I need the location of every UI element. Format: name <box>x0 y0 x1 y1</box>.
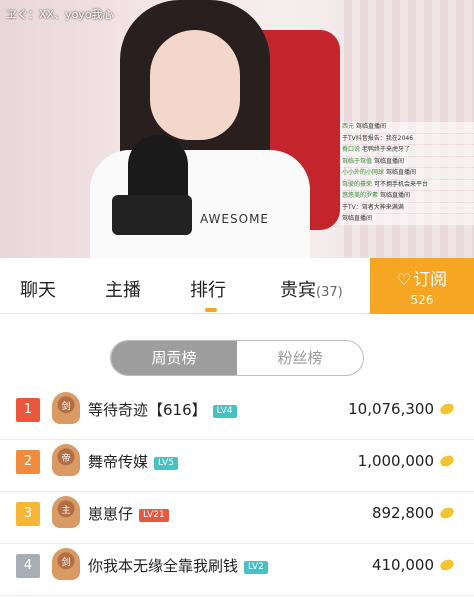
chat-message: 小小外的小网球 驾临直播间 <box>340 168 474 179</box>
subscribe-label: 订阅 <box>413 270 448 290</box>
streamer-face <box>150 30 240 140</box>
toggle-weekly-contribution[interactable]: 周贡榜 <box>111 341 237 375</box>
chat-message: 驾临直播间 <box>340 214 474 225</box>
contribution-amount: 410,000 <box>371 556 434 574</box>
microphone-stand <box>112 195 192 235</box>
rank-number: 2 <box>16 450 40 474</box>
ranking-toggle: 周贡榜 粉丝榜 <box>110 340 364 376</box>
active-tab-indicator <box>205 308 217 312</box>
ranking-row[interactable]: 4 剑你我本无缘全靠我刷钱 LV2 410,000 <box>0 540 474 596</box>
ranking-row[interactable]: 3 主崽崽仔 LV21 892,800 <box>0 488 474 544</box>
user-badge-icon: 主 <box>52 496 80 528</box>
room-title: ヱぐ：XX、yoyo我心 <box>6 8 114 21</box>
tab-anchor[interactable]: 主播 <box>105 276 141 302</box>
chat-message: 脊口说 老鸭终于来虎牙了 <box>340 145 474 156</box>
shirt-text: AWESOME <box>200 212 269 226</box>
chat-message: 驾驶的豪荣 可不拥手机会来平台 <box>340 179 474 190</box>
ranking-row[interactable]: 2 帝舞帝传媒 LV5 1,000,000 <box>0 436 474 492</box>
tab-chat[interactable]: 聊天 <box>20 276 56 302</box>
subscriber-count: 526 <box>410 293 434 307</box>
user-name: 崽崽仔 LV21 <box>88 503 169 524</box>
user-badge-icon: 剑 <box>52 392 80 424</box>
ranking-row[interactable]: 1 剑等待奇迹【616】 LV4 10,076,300 <box>0 384 474 440</box>
coin-icon <box>438 557 456 573</box>
tab-vip[interactable]: 贵宾(37) <box>280 276 343 302</box>
live-video-player[interactable]: AWESOME ヱぐ：XX、yoyo我心 西元 驾临直播间 于TV抖音报告：我在… <box>0 0 474 258</box>
chat-message: 驾临于驾值 驾临直播间 <box>340 156 474 167</box>
tab-ranking[interactable]: 排行 <box>190 276 226 302</box>
chat-message: 西元 驾临直播间 <box>340 122 474 133</box>
chat-overlay: 西元 驾临直播间 于TV抖音报告：我在2046 脊口说 老鸭终于来虎牙了 驾临于… <box>340 122 474 226</box>
chat-message: 悠悠美的罗素 驾临直播间 <box>340 191 474 202</box>
rank-number: 1 <box>16 398 40 422</box>
contribution-amount: 1,000,000 <box>357 452 434 470</box>
coin-icon <box>438 453 456 469</box>
chat-message: 于TV抖音报告：我在2046 <box>340 133 474 144</box>
chat-message: 于TV：驾者大神来满满 <box>340 202 474 213</box>
toggle-fans[interactable]: 粉丝榜 <box>237 341 363 375</box>
rank-number: 4 <box>16 554 40 578</box>
user-name: 等待奇迹【616】 LV4 <box>88 399 237 420</box>
coin-icon <box>438 401 456 417</box>
subscribe-button[interactable]: ♡ 订阅 526 <box>370 258 474 314</box>
level-badge: LV21 <box>139 509 169 522</box>
user-badge-icon: 帝 <box>52 444 80 476</box>
user-badge-icon: 剑 <box>52 548 80 580</box>
user-name: 舞帝传媒 LV5 <box>88 451 178 472</box>
level-badge: LV4 <box>212 405 237 418</box>
rank-number: 3 <box>16 502 40 526</box>
contribution-amount: 892,800 <box>371 504 434 522</box>
level-badge: LV5 <box>154 457 178 470</box>
heart-plus-icon: ♡ <box>396 270 412 289</box>
coin-icon <box>438 505 456 521</box>
user-name: 你我本无缘全靠我刷钱 LV2 <box>88 555 268 576</box>
vip-count: (37) <box>316 285 343 300</box>
contribution-amount: 10,076,300 <box>348 400 434 418</box>
level-badge: LV2 <box>244 561 268 574</box>
